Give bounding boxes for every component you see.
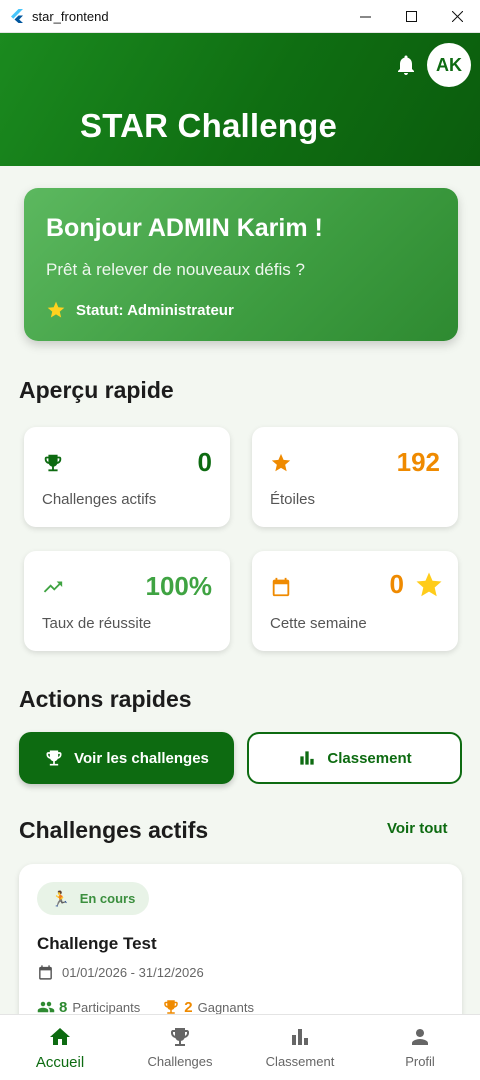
minimize-button[interactable] bbox=[342, 0, 388, 33]
winners-label: Gagnants bbox=[197, 999, 254, 1015]
nav-label: Classement bbox=[265, 1054, 335, 1069]
nav-label: Profil bbox=[405, 1054, 435, 1069]
star-icon bbox=[47, 301, 65, 318]
person-icon bbox=[412, 1029, 428, 1045]
calendar-icon bbox=[39, 965, 52, 980]
welcome-subtitle: Prêt à relever de nouveaux défis ? bbox=[46, 260, 305, 279]
stat-value: 100% bbox=[145, 571, 213, 601]
bottom-nav: Accueil Challenges Classement Profil bbox=[0, 1014, 480, 1080]
trending-up-icon bbox=[43, 581, 63, 593]
star-icon bbox=[271, 453, 291, 472]
user-status-text: Statut: Administrateur bbox=[76, 301, 234, 319]
trophy-icon bbox=[44, 454, 62, 472]
nav-item-challenges[interactable]: Challenges bbox=[120, 1015, 240, 1080]
view-challenges-button[interactable]: Voir les challenges bbox=[19, 732, 234, 784]
user-status: Statut: Administrateur bbox=[46, 300, 234, 320]
stat-label: Taux de réussite bbox=[42, 615, 152, 632]
nav-item-home[interactable]: Accueil bbox=[0, 1015, 120, 1080]
leaderboard-label: Classement bbox=[327, 749, 412, 767]
window-titlebar: star_frontend bbox=[0, 0, 480, 33]
view-challenges-label: Voir les challenges bbox=[74, 749, 209, 767]
stat-card-this-week[interactable]: 0 Cette semaine bbox=[252, 551, 458, 651]
nav-label: Accueil bbox=[35, 1054, 85, 1071]
close-button[interactable] bbox=[434, 0, 480, 33]
avatar[interactable]: AK bbox=[427, 43, 471, 87]
participants-label: Participants bbox=[72, 999, 141, 1015]
stat-label: Challenges actifs bbox=[42, 491, 157, 508]
maximize-button[interactable] bbox=[388, 0, 434, 33]
stat-value: 0 bbox=[389, 569, 404, 599]
stat-label: Étoiles bbox=[270, 491, 316, 508]
welcome-card: Bonjour ADMIN Karim ! Prêt à relever de … bbox=[24, 188, 458, 341]
participants-count: 8 bbox=[59, 998, 68, 1016]
bar-chart-icon bbox=[292, 1029, 308, 1045]
star-icon bbox=[416, 572, 442, 596]
actions-title: Actions rapides bbox=[19, 686, 192, 712]
challenge-title: Challenge Test bbox=[37, 934, 157, 953]
flutter-logo-icon bbox=[11, 9, 23, 23]
active-challenges-title: Challenges actifs bbox=[19, 817, 209, 843]
stat-card-active-challenges[interactable]: 0 Challenges actifs bbox=[24, 427, 230, 527]
welcome-greeting: Bonjour ADMIN Karim ! bbox=[46, 214, 323, 242]
status-badge: 🏃 En cours bbox=[37, 882, 150, 915]
stat-card-success-rate[interactable]: 100% Taux de réussite bbox=[24, 551, 230, 651]
minimize-icon bbox=[359, 16, 371, 18]
stat-value-row: 0 bbox=[390, 569, 444, 600]
maximize-icon bbox=[405, 11, 417, 22]
nav-item-leaderboard[interactable]: Classement bbox=[240, 1015, 360, 1080]
home-icon bbox=[50, 1028, 70, 1045]
calendar-icon bbox=[272, 577, 290, 597]
see-all-link[interactable]: Voir tout bbox=[387, 820, 448, 837]
trophy-icon bbox=[46, 750, 62, 766]
stat-card-stars[interactable]: 192 Étoiles bbox=[252, 427, 458, 527]
nav-label: Challenges bbox=[147, 1054, 213, 1069]
nav-item-profile[interactable]: Profil bbox=[360, 1015, 480, 1080]
stat-value: 0 bbox=[197, 447, 212, 477]
bar-chart-icon bbox=[300, 751, 315, 765]
status-badge-label: En cours bbox=[79, 891, 136, 906]
leaderboard-button[interactable]: Classement bbox=[247, 732, 462, 784]
running-icon: 🏃 bbox=[51, 890, 70, 908]
challenge-dates: 01/01/2026 - 31/12/2026 bbox=[37, 964, 204, 981]
stat-label: Cette semaine bbox=[270, 615, 367, 632]
winners-count: 2 bbox=[184, 998, 193, 1016]
app-header: AK STAR Challenge bbox=[0, 33, 480, 166]
close-icon bbox=[451, 11, 463, 22]
app-title: STAR Challenge bbox=[80, 107, 338, 144]
window-title: star_frontend bbox=[32, 8, 109, 24]
notification-bell-icon[interactable] bbox=[394, 53, 418, 77]
challenge-dates-text: 01/01/2026 - 31/12/2026 bbox=[62, 965, 204, 980]
stat-value: 192 bbox=[396, 447, 440, 477]
overview-title: Aperçu rapide bbox=[19, 377, 174, 403]
trophy-icon bbox=[171, 1028, 189, 1046]
